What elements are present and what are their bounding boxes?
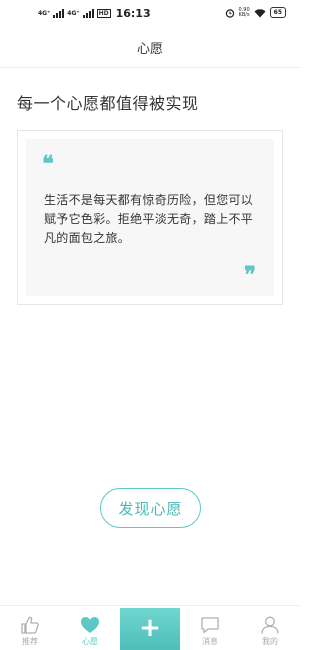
message-icon [201,617,219,634]
add-wish-button[interactable]: + [120,608,180,650]
signal-icon [53,9,65,18]
bottom-nav: 推荐 心愿 + 消息 我的 [0,605,300,650]
status-bar-right: 0.90 KB/s 65 [225,7,286,18]
clock: 16:13 [115,7,151,20]
network-speed: 0.90 KB/s [238,7,250,18]
hd-icon: HD [96,9,111,18]
quote-text: 生活不是每天都有惊奇历险，但您可以赋予它色彩。拒绝平淡无奇，踏上不平凡的面包之旅… [44,193,254,245]
quote-card-inner: ❝ 生活不是每天都有惊奇历险，但您可以赋予它色彩。拒绝平淡无奇，踏上不平凡的面包… [26,139,274,296]
status-bar: 4G⁺ 4G⁺ HD 16:13 0.90 KB/s 65 [0,0,300,28]
battery-icon: 65 [269,7,286,18]
user-icon [261,616,279,634]
alarm-icon [225,8,234,18]
nav-label-messages: 消息 [202,637,218,646]
network-speed-unit: KB/s [238,11,250,18]
wifi-icon [254,8,266,17]
status-bar-left: 4G⁺ 4G⁺ HD 16:13 [38,7,151,20]
plus-icon: + [139,613,161,643]
nav-item-messages[interactable]: 消息 [180,606,240,650]
discover-wish-button[interactable]: 发现心愿 [100,488,201,528]
signal-icon-2 [82,9,94,18]
nav-item-recommend[interactable]: 推荐 [0,606,60,650]
open-quote-icon: ❝ [42,151,54,177]
quote-card: ❝ 生活不是每天都有惊奇历险，但您可以赋予它色彩。拒绝平淡无奇，踏上不平凡的面包… [17,130,283,305]
heart-icon [81,617,99,633]
nav-item-profile[interactable]: 我的 [240,606,300,650]
nav-item-wish[interactable]: 心愿 [60,606,120,650]
wish-heading: 每一个心愿都值得被实现 [17,94,199,113]
close-quote-icon: ❞ [244,262,256,288]
nav-label-wish: 心愿 [82,637,98,646]
network-type-1: 4G⁺ [38,9,51,17]
app-header: 心愿 [0,28,300,68]
page-title: 心愿 [136,42,163,57]
nav-label-profile: 我的 [262,637,278,646]
thumbs-up-icon [21,616,39,634]
network-type-2: 4G⁺ [67,9,80,17]
nav-label-recommend: 推荐 [22,637,38,646]
